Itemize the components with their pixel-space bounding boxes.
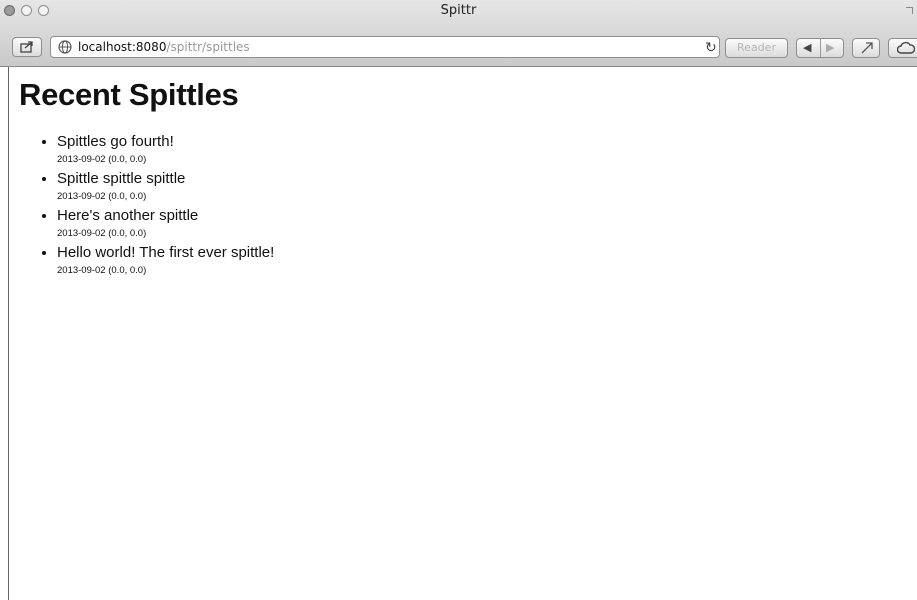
window-title: Spittr xyxy=(440,3,477,18)
icloud-tabs-button[interactable] xyxy=(888,38,917,58)
share-icon xyxy=(20,41,33,53)
address-bar[interactable]: localhost:8080/spittr/spittles xyxy=(50,36,720,58)
toolbar: localhost:8080/spittr/spittles ↻ Reader … xyxy=(0,26,917,58)
reload-icon[interactable]: ↻ xyxy=(705,39,717,56)
spittle-meta: 2013-09-02 (0.0, 0.0) xyxy=(57,191,147,202)
spittle-meta: 2013-09-02 (0.0, 0.0) xyxy=(57,265,147,276)
nav-separator xyxy=(820,39,821,57)
spittle-message: Spittles go fourth! xyxy=(57,133,174,150)
title-bar: Spittr xyxy=(0,0,917,22)
fullscreen-icon[interactable] xyxy=(906,7,913,14)
spittle-meta: 2013-09-02 (0.0, 0.0) xyxy=(57,228,147,239)
top-sites-icon xyxy=(861,42,873,54)
spittle-item: Hello world! The first ever spittle! 201… xyxy=(57,244,274,280)
spittle-message: Spittle spittle spittle xyxy=(57,170,186,187)
share-button[interactable] xyxy=(12,37,42,57)
cloud-icon xyxy=(897,41,915,54)
history-nav: ◀ ▶ xyxy=(796,38,844,58)
back-arrow-icon[interactable]: ◀ xyxy=(803,41,811,54)
url-path: /spittr/spittles xyxy=(166,40,250,54)
browser-chrome: Spittr localhost:8080/spittr/spittles ↻ … xyxy=(0,0,917,67)
spittle-meta: 2013-09-02 (0.0, 0.0) xyxy=(57,154,147,165)
spittle-message: Here's another spittle xyxy=(57,207,199,224)
forward-arrow-icon[interactable]: ▶ xyxy=(826,41,834,54)
spittle-item: Spittles go fourth! 2013-09-02 (0.0, 0.0… xyxy=(57,133,274,169)
globe-icon xyxy=(58,40,72,54)
page-heading: Recent Spittles xyxy=(19,77,239,112)
reader-button[interactable]: Reader xyxy=(725,38,788,58)
url-host: localhost:8080 xyxy=(78,40,167,54)
spittle-item: Spittle spittle spittle 2013-09-02 (0.0,… xyxy=(57,170,274,206)
url-text: localhost:8080/spittr/spittles xyxy=(78,40,250,54)
spittle-item: Here's another spittle 2013-09-02 (0.0, … xyxy=(57,207,274,243)
top-sites-button[interactable] xyxy=(852,38,880,58)
page-content: Recent Spittles Spittles go fourth! 2013… xyxy=(8,67,917,600)
spittle-list: Spittles go fourth! 2013-09-02 (0.0, 0.0… xyxy=(19,133,274,281)
spittle-message: Hello world! The first ever spittle! xyxy=(57,244,275,261)
